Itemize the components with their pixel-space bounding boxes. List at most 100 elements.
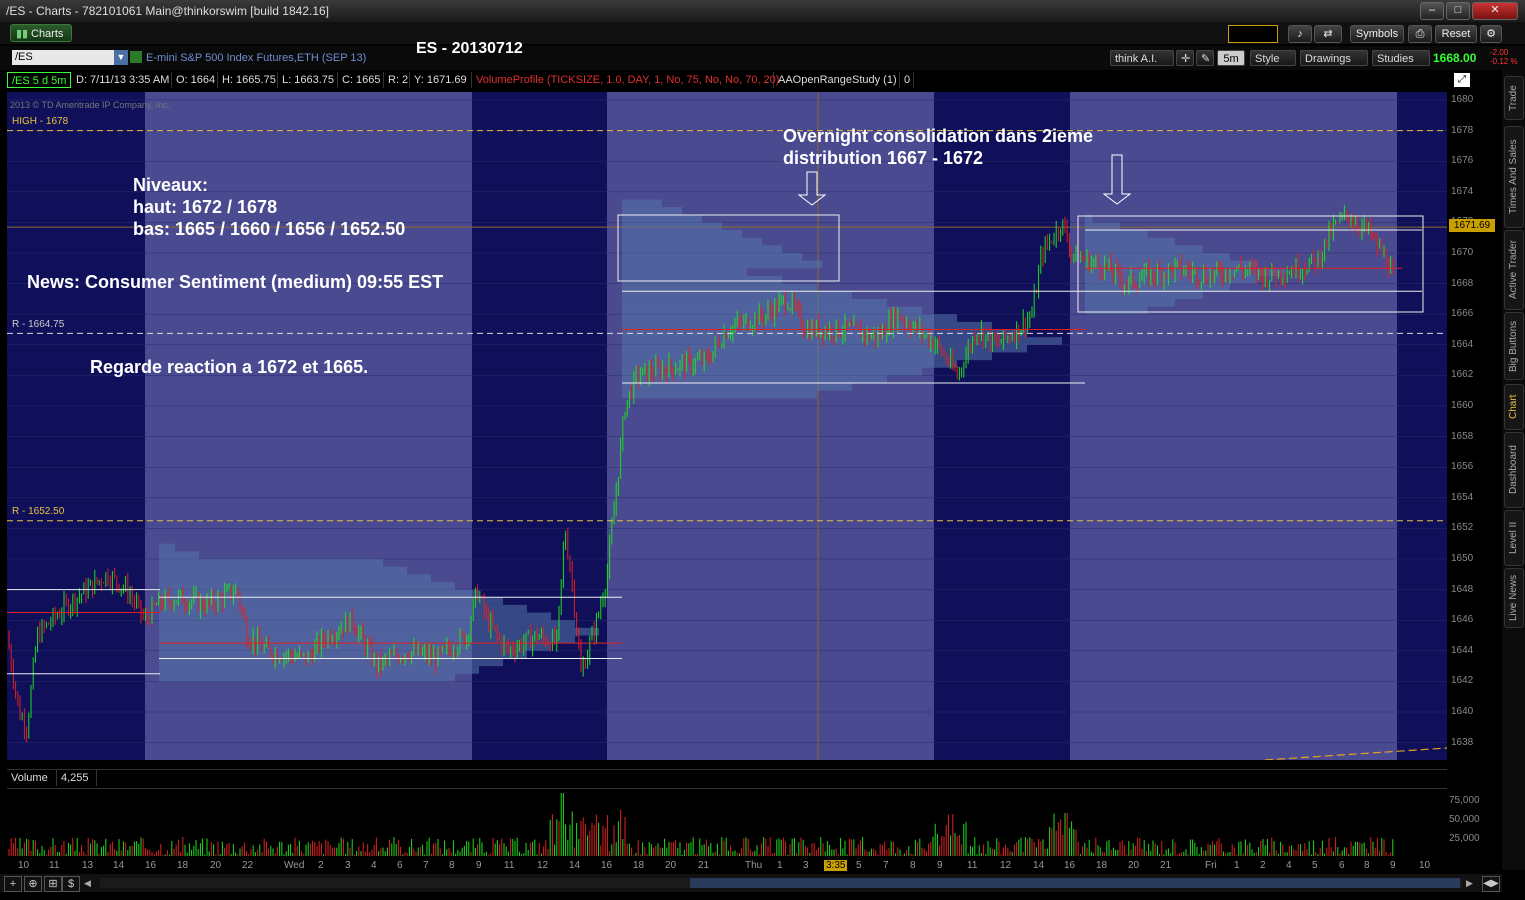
time-tick: Thu [745, 860, 763, 871]
volume-header [7, 769, 1447, 788]
link-icon[interactable]: ⇄ [1314, 25, 1342, 43]
time-axis[interactable] [7, 856, 1447, 874]
volume-value: 4,255 [57, 770, 97, 786]
volume-profile-bar [159, 627, 599, 636]
price-tick: 1644 [1451, 644, 1474, 656]
volume-profile-bar [159, 620, 575, 628]
volume-tick-75000: 75,000 [1449, 795, 1480, 806]
aa-open-range-study[interactable]: AAOpenRangeStudy (1) [774, 72, 900, 88]
minimize-button[interactable]: – [1420, 2, 1444, 20]
time-tick: 8 [1364, 860, 1370, 871]
volume-chart[interactable] [7, 788, 1447, 857]
volume-profile-bar [622, 214, 702, 223]
expand-icon[interactable]: ⊞ [44, 876, 62, 892]
time-tick: 18 [633, 860, 645, 871]
bar-date: D: 7/11/13 3:35 AM [72, 72, 172, 88]
last-price: 1668.00 [1433, 51, 1477, 65]
aa-study-value: 0 [900, 72, 914, 88]
volume-profile-bar [622, 337, 1062, 345]
right-tab-chart[interactable]: Chart [1504, 384, 1524, 430]
price-tick: 1668 [1451, 277, 1474, 289]
volume-profile-bar [159, 597, 503, 605]
right-tab-active-trader[interactable]: Active Trader [1504, 230, 1524, 310]
right-tab-level-ii[interactable]: Level II [1504, 510, 1524, 566]
tab-charts[interactable]: ▮▮ Charts [10, 24, 72, 42]
volume-profile-bar [1085, 222, 1120, 231]
rth-session-band [1070, 92, 1397, 760]
time-tick: 7 [883, 860, 889, 871]
studies-button[interactable]: Studies [1372, 50, 1430, 66]
r-level-label-2: R - 1652.50 [12, 506, 65, 517]
bar-low: L: 1663.75 [278, 72, 338, 88]
reset-button[interactable]: Reset [1435, 25, 1477, 43]
symbols-button[interactable]: Symbols [1350, 25, 1404, 43]
chevron-down-icon[interactable]: ▼ [114, 50, 128, 65]
time-tick: 12 [537, 860, 549, 871]
price-tick: 1650 [1451, 553, 1474, 564]
bar-range: R: 2 [384, 72, 410, 88]
dollar-icon[interactable]: $ [62, 876, 80, 892]
series-label[interactable]: /ES 5 d 5m [7, 72, 71, 88]
volume-profile-bar [1085, 253, 1230, 261]
volume-profile-bar [159, 559, 383, 567]
window-title: /ES - Charts - 782101061 Main@thinkorswi… [6, 4, 330, 18]
annotation-regarde: Regarde reaction a 1672 et 1665. [90, 357, 369, 377]
time-tick: 20 [1128, 860, 1140, 871]
time-tick: 18 [177, 860, 189, 871]
right-tab-live-news[interactable]: Live News [1504, 568, 1524, 628]
price-tick: 1638 [1451, 736, 1474, 748]
price-tick: 1640 [1451, 706, 1474, 717]
think-ai-button[interactable]: think A.I. [1110, 50, 1174, 66]
time-tick: 16 [1064, 860, 1076, 871]
time-tick: 20 [210, 860, 222, 871]
style-button[interactable]: Style [1250, 50, 1296, 66]
time-tick: Fri [1205, 860, 1217, 871]
alert-icon[interactable]: ♪ [1288, 25, 1312, 43]
price-change: -2.00 -0.12 % [1490, 48, 1518, 66]
right-tab-times-and-sales[interactable]: Times And Sales [1504, 126, 1524, 228]
symbol-description: E-mini S&P 500 Index Futures,ETH (SEP 13… [146, 52, 367, 64]
time-tick: 5 [856, 860, 862, 871]
close-button[interactable]: ✕ [1472, 2, 1518, 20]
magnifier-icon[interactable]: ⊕ [24, 876, 42, 892]
scroll-track[interactable] [100, 878, 1462, 888]
time-tick: 14 [569, 860, 581, 871]
fit-icon[interactable]: ◀▶ [1482, 876, 1500, 892]
right-tab-big-buttons[interactable]: Big Buttons [1504, 312, 1524, 380]
price-tick: 1656 [1451, 461, 1474, 473]
crosshair-icon[interactable]: ✛ [1176, 50, 1194, 66]
time-tick: 16 [145, 860, 157, 871]
print-icon[interactable]: ⎙ [1408, 25, 1432, 43]
volume-profile-bar [622, 352, 992, 361]
drawings-button[interactable]: Drawings [1300, 50, 1368, 66]
price-tick: 1676 [1451, 155, 1474, 167]
volume-profile-bar [622, 283, 817, 292]
scroll-thumb[interactable] [690, 878, 1460, 888]
right-tab-dashboard[interactable]: Dashboard [1504, 432, 1524, 508]
annotation-overnight-line1: Overnight consolidation dans 2ieme [783, 126, 1094, 146]
right-tab-trade[interactable]: Trade [1504, 76, 1524, 120]
timeframe-button[interactable]: 5m [1217, 50, 1245, 66]
price-tick: 1658 [1451, 430, 1474, 442]
tools-icon[interactable]: ✎ [1196, 50, 1214, 66]
symbol-input[interactable]: /ES [12, 50, 114, 65]
zoom-in-icon[interactable]: + [4, 876, 22, 892]
volume-profile-bar [622, 237, 762, 246]
volume-profile-bar [622, 390, 817, 399]
volume-profile-bar [622, 291, 852, 299]
volume-profile-bar [1085, 237, 1175, 246]
time-tick: Wed [284, 860, 305, 871]
maximize-button[interactable]: □ [1446, 2, 1470, 20]
volume-profile-study[interactable]: VolumeProfile (TICKSIZE, 1.0, DAY, 1, No… [472, 72, 779, 88]
settings-icon[interactable]: ⚙ [1480, 25, 1502, 43]
time-tick: 5 [1312, 860, 1318, 871]
bar-open: O: 1664 [172, 72, 218, 88]
cursor-price-bubble: 1671.69 [1449, 219, 1495, 232]
scroll-right-icon[interactable]: ▶ [1466, 878, 1478, 888]
scroll-left-icon[interactable]: ◀ [84, 878, 96, 888]
volume-label: Volume [7, 770, 57, 786]
chart-settings-icon[interactable]: ⤢ [1454, 73, 1470, 87]
ticker-box [1228, 25, 1278, 43]
volume-tick-25000: 25,000 [1449, 833, 1480, 844]
bar-close: C: 1665 [338, 72, 384, 88]
